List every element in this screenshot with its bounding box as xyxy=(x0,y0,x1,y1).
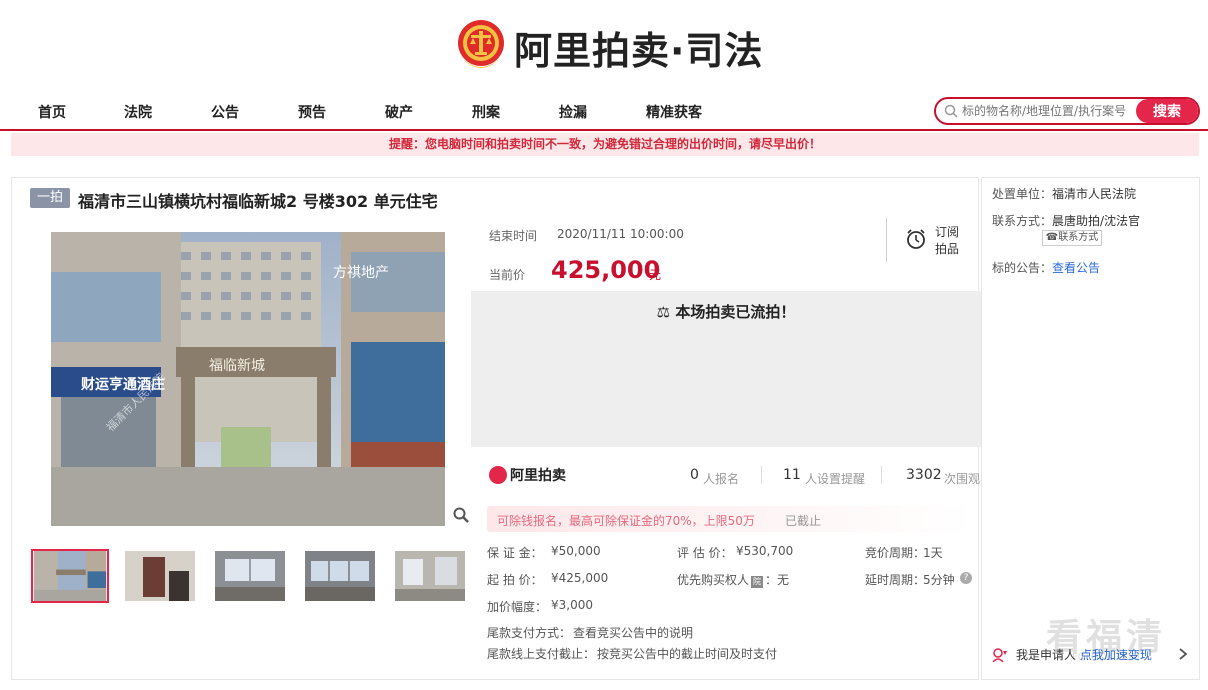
applicant-icon xyxy=(992,648,1007,662)
round-tag: 一拍 xyxy=(30,188,70,208)
item-title: 福清市三山镇横坑村福临新城2 号楼302 单元住宅 xyxy=(78,192,438,211)
appraisal-label: 评 估 价： xyxy=(677,546,733,560)
subscribe-divider xyxy=(886,218,887,262)
unit-label: 处置单位： xyxy=(992,187,1053,201)
nav-item-preview[interactable]: 预告 xyxy=(298,102,326,122)
contact-value: 晨唐助拍/沈法官 xyxy=(1052,214,1141,228)
notice-link[interactable]: 查看公告 xyxy=(1052,259,1100,276)
site-header: 阿里拍卖·司法 xyxy=(0,0,1208,96)
alarm-clock-icon[interactable] xyxy=(905,228,927,250)
nav-item-home[interactable]: 首页 xyxy=(38,102,66,122)
site-watermark-url: FQLOOK.COM xyxy=(1072,652,1140,663)
contact-button[interactable]: ☎联系方式 xyxy=(1042,230,1102,246)
current-price-value: 425,000 xyxy=(551,256,661,284)
auction-status-box: ⚖ 本场拍卖已流拍！ xyxy=(471,291,981,447)
roof-sign-text: 方祺地产 xyxy=(333,265,389,281)
logo-text: 阿里拍卖·司法 xyxy=(514,28,764,73)
signup-count: 0 xyxy=(690,467,699,483)
search-icon xyxy=(944,104,958,118)
bid-panel: 结束时间 2020/11/11 10:00:00 当前价 425,000 元 订… xyxy=(471,218,981,678)
auction-status: ⚖ 本场拍卖已流拍！ xyxy=(471,301,981,322)
thumbnail-5[interactable] xyxy=(395,551,465,601)
deposit-value: ¥50,000 xyxy=(551,544,601,558)
appraisal-value: ¥530,700 xyxy=(736,544,794,558)
nav-item-court[interactable]: 法院 xyxy=(124,102,152,122)
court-badge-icon: 院 xyxy=(751,576,764,588)
deposit-note: 可除钱报名，最高可除保证金的70%，上限50万 xyxy=(497,514,755,528)
cycle-value: 1天 xyxy=(923,546,943,560)
help-icon[interactable]: ? xyxy=(960,572,972,584)
priority-value: ：无 xyxy=(765,573,790,587)
reminder-count: 11 xyxy=(783,467,801,483)
end-time-label: 结束时间 xyxy=(489,229,538,243)
view-label: 次围观 xyxy=(944,472,981,486)
main-photo[interactable]: 财运亨通酒庄 方祺地产 福临新城 福清市人民法院 xyxy=(51,232,445,526)
view-count: 3302 xyxy=(906,467,942,483)
stat-separator xyxy=(761,466,762,484)
contact-label: 联系方式： xyxy=(992,214,1053,228)
priority-label: 优先购买权人院：无 xyxy=(677,573,790,588)
increment-label: 加价幅度： xyxy=(487,600,548,614)
chevron-right-icon[interactable] xyxy=(1178,647,1188,661)
nav-item-criminal[interactable]: 刑案 xyxy=(472,102,500,122)
court-info-panel: 处置单位： 福清市人民法院 联系方式： 晨唐助拍/沈法官 ☎联系方式 标的公告：… xyxy=(981,177,1200,680)
deposit-note-bar: 可除钱报名，最高可除保证金的70%，上限50万 已截止 xyxy=(487,506,973,532)
notice-label: 标的公告： xyxy=(992,261,1053,275)
nav-item-notice[interactable]: 公告 xyxy=(211,102,239,122)
subscribe-label-1[interactable]: 订阅 xyxy=(935,223,959,240)
platform-logo-icon xyxy=(489,466,507,484)
thumbnail-1[interactable] xyxy=(31,549,109,603)
thumbnail-2[interactable] xyxy=(125,551,195,601)
zoom-icon[interactable] xyxy=(453,507,469,523)
unit-value: 福清市人民法院 xyxy=(1052,187,1137,201)
increment-value: ¥3,000 xyxy=(551,598,593,612)
auction-status-text: 本场拍卖已流拍！ xyxy=(675,303,796,321)
subscribe-label-2[interactable]: 拍品 xyxy=(935,240,959,257)
time-mismatch-alert: 提醒：您电脑时间和拍卖时间不一致，为避免错过合理的出价时间，请尽早出价！ xyxy=(11,133,1199,156)
payment-method-value: 查看竞买公告中的说明 xyxy=(573,626,694,640)
stat-separator xyxy=(881,466,882,484)
auction-item-card: 一拍 福清市三山镇横坑村福临新城2 号楼302 单元住宅 财运亨通酒庄 方祺地产… xyxy=(11,177,981,680)
payment-deadline-label: 尾款线上支付截止： xyxy=(487,647,596,661)
reminder-label: 人设置提醒 xyxy=(805,472,866,486)
phone-icon: ☎ xyxy=(1045,232,1059,243)
delay-label: 延时周期： xyxy=(865,573,926,587)
payment-method-label: 尾款支付方式： xyxy=(487,626,572,640)
price-unit: 元 xyxy=(649,268,662,282)
nav-item-leads[interactable]: 精准获客 xyxy=(646,102,702,122)
platform-brand: 阿里拍卖 xyxy=(489,465,566,485)
deposit-status: 已截止 xyxy=(785,514,822,528)
deposit-label: 保 证 金： xyxy=(487,546,543,560)
gavel-icon: ⚖ xyxy=(656,303,676,321)
thumbnail-3[interactable] xyxy=(215,551,285,601)
cycle-label: 竞价周期： xyxy=(865,546,926,560)
nav-item-bankruptcy[interactable]: 破产 xyxy=(385,102,413,122)
signup-label: 人报名 xyxy=(703,472,740,486)
platform-name: 阿里拍卖 xyxy=(510,468,566,484)
search-input[interactable] xyxy=(962,100,1142,122)
gate-sign-text: 福临新城 xyxy=(209,358,265,374)
site-logo[interactable]: 阿里拍卖·司法 xyxy=(456,18,763,76)
delay-value: 5分钟 xyxy=(923,573,955,587)
building-photo: 财运亨通酒庄 方祺地产 福临新城 福清市人民法院 xyxy=(51,232,445,526)
court-emblem-icon xyxy=(458,20,504,68)
start-price-label: 起 拍 价： xyxy=(487,573,543,587)
nav-divider xyxy=(0,129,1208,131)
photo-thumbnails xyxy=(31,549,471,605)
payment-deadline-value: 按竞买公告中的截止时间及时支付 xyxy=(597,647,778,661)
search-bar: 搜索 xyxy=(934,97,1200,125)
end-time-value: 2020/11/11 10:00:00 xyxy=(557,227,684,241)
nav-item-bargain[interactable]: 捡漏 xyxy=(559,102,587,122)
current-price-label: 当前价 xyxy=(489,268,526,282)
start-price-value: ¥425,000 xyxy=(551,571,609,585)
thumbnail-4[interactable] xyxy=(305,551,375,601)
search-button[interactable]: 搜索 xyxy=(1136,99,1198,123)
